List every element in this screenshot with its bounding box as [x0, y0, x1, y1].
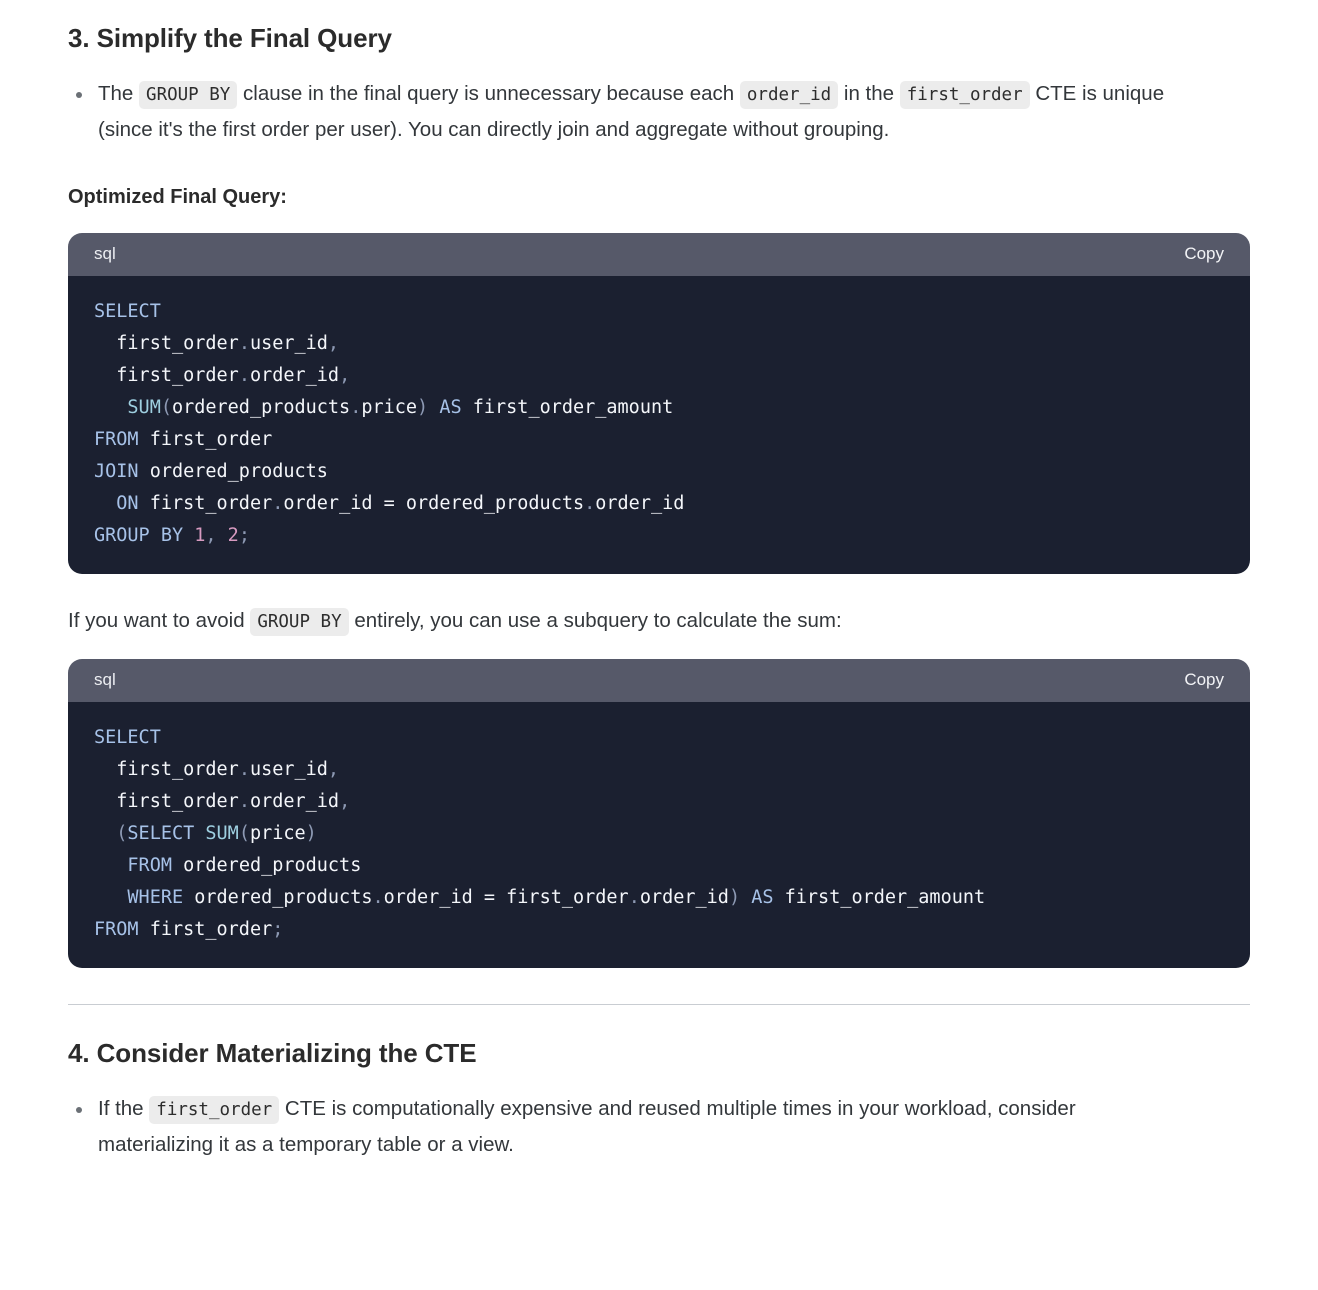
section3-bullet-list: The GROUP BY clause in the final query i…: [46, 76, 1272, 149]
code-language-label: sql: [94, 243, 116, 263]
bullet-text-3: in the: [838, 81, 900, 105]
code-block-body: SELECT first_order.user_id, first_order.…: [68, 275, 1250, 574]
mid-text-2: entirely, you can use a subquery to calc…: [348, 608, 842, 632]
list-item: If the first_order CTE is computationall…: [76, 1091, 1176, 1164]
copy-button[interactable]: Copy: [1184, 669, 1224, 691]
code-block-optimized-query: sql Copy SELECT first_order.user_id, fir…: [68, 232, 1250, 574]
section4-bullet-list: If the first_order CTE is computationall…: [46, 1091, 1272, 1164]
optimized-final-query-heading: Optimized Final Query:: [68, 185, 287, 208]
article-content: 3. Simplify the Final Query The GROUP BY…: [0, 22, 1318, 1164]
inline-code-order-id: order_id: [739, 80, 839, 109]
list-item: The GROUP BY clause in the final query i…: [76, 76, 1176, 149]
sql-code-1[interactable]: SELECT first_order.user_id, first_order.…: [94, 296, 1224, 552]
code-block-body: SELECT first_order.user_id, first_order.…: [68, 702, 1250, 969]
code-language-label: sql: [94, 670, 116, 690]
sql-code-2[interactable]: SELECT first_order.user_id, first_order.…: [94, 722, 1224, 946]
inline-code-first-order: first_order: [899, 80, 1030, 109]
bullet-text-1: The: [98, 81, 140, 105]
code-block-header: sql Copy: [68, 232, 1250, 276]
mid-text-1: If you want to avoid: [68, 608, 251, 632]
code-block-subquery: sql Copy SELECT first_order.user_id, fir…: [68, 659, 1250, 969]
inline-code-first-order-2: first_order: [149, 1095, 280, 1124]
mid-paragraph: If you want to avoid GROUP BY entirely, …: [68, 604, 1250, 637]
bullet-text-1: If the: [98, 1096, 150, 1120]
page-title: 3. Simplify the Final Query: [68, 23, 392, 53]
section-divider: [68, 1004, 1250, 1006]
inline-code-group-by: GROUP BY: [139, 80, 238, 109]
inline-code-group-by-2: GROUP BY: [250, 607, 349, 636]
bullet-text-2: clause in the final query is unnecessary…: [237, 81, 740, 105]
copy-button[interactable]: Copy: [1184, 243, 1224, 265]
section4-heading: 4. Consider Materializing the CTE: [68, 1038, 477, 1069]
code-block-header: sql Copy: [68, 659, 1250, 703]
